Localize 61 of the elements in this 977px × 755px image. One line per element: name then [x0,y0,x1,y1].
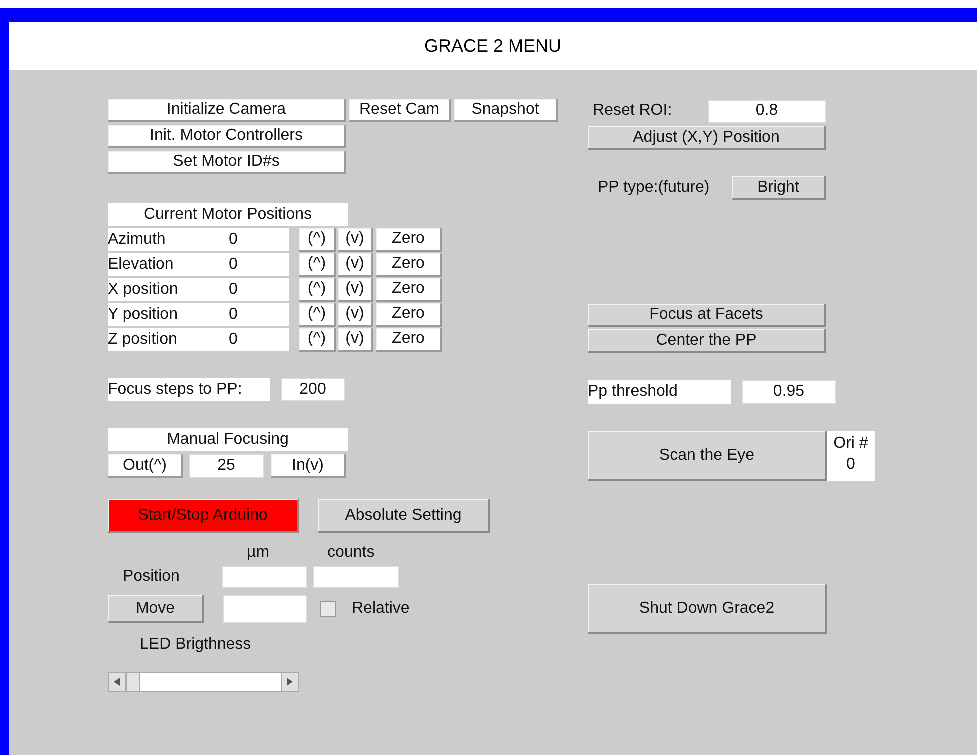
up-button[interactable]: (^) [299,302,336,326]
zero-button[interactable]: Zero [376,302,442,326]
move-button[interactable]: Move [108,595,204,623]
motor-position-display: Elevation 0 [108,253,289,276]
focus-button[interactable]: Center the PP [588,329,826,353]
left-arrow-icon [114,678,120,686]
zero-button[interactable]: Zero [376,228,442,252]
focus-button[interactable]: Focus at Facets [588,304,826,327]
down-button[interactable]: (v) [338,228,373,252]
section-title: Current Motor Positions [108,203,348,226]
zero-button[interactable]: Zero [376,328,442,352]
up-button[interactable]: (^) [299,252,336,276]
motor-position-display: Z position 0 [108,328,289,351]
adjust-position-button[interactable]: Adjust (X,Y) Position [588,126,826,150]
absolute-setting-button[interactable]: Absolute Setting [318,499,490,533]
bright-button[interactable]: Bright [732,176,826,200]
out-button[interactable]: Out(^) [108,454,183,478]
scan-eye-button[interactable]: Scan the Eye [588,431,827,481]
unit-label: µm [247,543,270,563]
reset-roi-label: Reset ROI: [593,101,674,121]
down-button[interactable]: (v) [338,302,373,326]
position-counts-field[interactable] [313,566,399,588]
relative-checkbox[interactable] [320,601,336,617]
motor-button[interactable]: Set Motor ID#s [108,151,346,174]
up-button[interactable]: (^) [299,328,336,352]
move-field[interactable] [223,595,307,623]
start-stop-arduino-button[interactable]: Start/Stop Arduino [108,499,299,533]
led-brightness-slider[interactable] [108,672,299,692]
position-label: Position [123,567,181,587]
pp-threshold-field[interactable]: 0.95 [742,380,836,404]
zero-button[interactable]: Zero [376,252,442,276]
motor-position-display: Azimuth 0 [108,228,289,251]
led-brightness-label: LED Brigthness [140,635,252,655]
motor-position-display: Y position 0 [108,303,289,326]
pp-threshold-label: Pp threshold [588,380,731,404]
up-button[interactable]: (^) [299,278,336,302]
focus-steps-field[interactable]: 200 [281,378,345,401]
down-button[interactable]: (v) [338,278,373,302]
right-arrow-icon [287,678,293,686]
down-button[interactable]: (v) [338,252,373,276]
reset-cam-button[interactable]: Reset Cam [349,99,451,122]
motor-button[interactable]: Init. Motor Controllers [108,125,346,148]
unit-label: counts [328,543,375,563]
shut-down-button[interactable]: Shut Down Grace2 [588,584,827,634]
focus-steps-label: Focus steps to PP: [108,378,270,401]
section-title: Manual Focusing [108,428,348,451]
slider-thumb[interactable] [126,673,140,691]
in-button[interactable]: In(v) [271,454,346,478]
up-button[interactable]: (^) [299,228,336,252]
focus-step-field[interactable]: 25 [189,454,264,478]
initialize-camera-button[interactable]: Initialize Camera [108,99,346,122]
down-button[interactable]: (v) [338,328,373,352]
snapshot-button[interactable]: Snapshot [454,99,558,122]
position-um-field[interactable] [222,566,307,588]
ori-display: Ori # 0 [827,431,875,481]
window-title: GRACE 2 MENU [424,34,562,58]
zero-button[interactable]: Zero [376,278,442,302]
pp-type-label: PP type:(future) [598,178,711,198]
relative-label: Relative [352,599,410,619]
roi-field[interactable]: 0.8 [708,100,826,122]
motor-position-display: X position 0 [108,278,289,301]
